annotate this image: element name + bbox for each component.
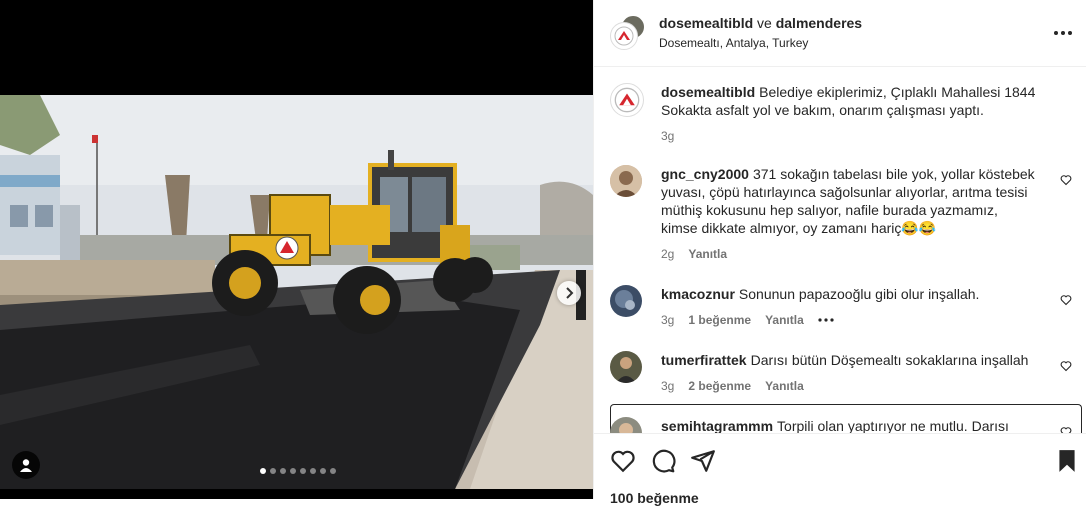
comment-username[interactable]: semihtagrammm xyxy=(661,418,773,433)
municipality-logo-icon xyxy=(614,87,640,113)
comment-likes[interactable]: 2 beğenme xyxy=(688,377,751,395)
commenter-avatar[interactable] xyxy=(610,351,642,383)
comment-username[interactable]: kmacoznur xyxy=(661,286,735,302)
more-options-button[interactable] xyxy=(1053,20,1073,41)
carousel-dot xyxy=(320,468,326,474)
carousel-indicator xyxy=(260,468,336,474)
post-location[interactable]: Dosemealtı, Antalya, Turkey xyxy=(659,36,808,50)
comment-more-icon[interactable] xyxy=(818,318,834,322)
post-photo xyxy=(0,95,593,489)
heart-icon[interactable] xyxy=(1060,426,1072,433)
reply-button[interactable]: Yanıtla xyxy=(688,245,727,263)
comment-text: Darısı bütün Döşemealtı sokaklarına inşa… xyxy=(750,352,1029,368)
comment-time[interactable]: 3g xyxy=(661,311,674,329)
reply-button[interactable]: Yanıtla xyxy=(765,311,804,329)
user-icon xyxy=(20,459,32,472)
post-actions: 100 beğenme xyxy=(594,433,1086,506)
likes-count[interactable]: 100 beğenme xyxy=(610,490,699,506)
comment-body: tumerfirattek Darısı bütün Döşemealtı sok… xyxy=(661,351,1036,395)
avatar-photo-icon xyxy=(610,351,642,383)
send-icon[interactable] xyxy=(690,448,716,474)
reply-button[interactable]: Yanıtla xyxy=(765,377,804,395)
commenter-avatar[interactable] xyxy=(610,165,642,197)
more-horizontal-icon xyxy=(1054,31,1072,35)
commenter-avatar[interactable] xyxy=(610,285,642,317)
next-slide-button[interactable] xyxy=(557,281,581,305)
caption-time[interactable]: 3g xyxy=(661,127,674,145)
post-media xyxy=(0,0,593,499)
comment-time[interactable]: 2g xyxy=(661,245,674,263)
post-header: dosemealtibld ve dalmenderes Dosemealtı,… xyxy=(594,0,1086,67)
comment-username[interactable]: gnc_cny2000 xyxy=(661,166,749,182)
carousel-dot xyxy=(300,468,306,474)
avatar-photo-icon xyxy=(610,165,642,197)
comment-likes[interactable]: 1 beğenme xyxy=(688,311,751,329)
collab-avatars[interactable] xyxy=(610,14,646,50)
caption-avatar[interactable] xyxy=(610,83,644,117)
comment-time[interactable]: 3g xyxy=(661,377,674,395)
heart-icon[interactable] xyxy=(610,448,636,474)
bookmark-icon[interactable] xyxy=(1054,448,1080,474)
carousel-dot xyxy=(290,468,296,474)
carousel-dot xyxy=(310,468,316,474)
post-authors: dosemealtibld ve dalmenderes xyxy=(659,15,862,31)
carousel-dot xyxy=(280,468,286,474)
tagged-users-button[interactable] xyxy=(12,451,40,479)
heart-icon[interactable] xyxy=(1060,174,1072,186)
author-connector: ve xyxy=(757,15,772,31)
comment-icon[interactable] xyxy=(650,448,676,474)
comment-text: Sonunun papazooğlu gibi olur inşallah. xyxy=(738,286,980,302)
author-avatar[interactable] xyxy=(610,22,638,50)
comment-username[interactable]: tumerfirattek xyxy=(661,352,747,368)
comments-list[interactable]: dosemealtibld Belediye ekiplerimiz, Çıpla… xyxy=(594,67,1086,433)
caption-username[interactable]: dosemealtibld xyxy=(661,84,755,100)
carousel-dot xyxy=(270,468,276,474)
comment-body: semihtagrammm Torpili olan yaptırıyor ne … xyxy=(661,417,1036,433)
carousel-dot xyxy=(330,468,336,474)
comment-body: kmacoznur Sonunun papazooğlu gibi olur in… xyxy=(661,285,1036,329)
heart-icon[interactable] xyxy=(1060,360,1072,372)
municipality-logo-icon xyxy=(614,26,634,46)
carousel-dot xyxy=(260,468,266,474)
caption-body: dosemealtibld Belediye ekiplerimiz, Çıpla… xyxy=(661,83,1036,145)
author-username[interactable]: dosemealtibld xyxy=(659,15,753,31)
heart-icon[interactable] xyxy=(1060,294,1072,306)
avatar-photo-icon xyxy=(610,285,642,317)
chevron-right-icon xyxy=(566,287,574,299)
post-side-panel: dosemealtibld ve dalmenderes Dosemealtı,… xyxy=(593,0,1086,506)
coauthor-username[interactable]: dalmenderes xyxy=(776,15,862,31)
comment-body: gnc_cny2000 371 sokağın tabelası bile yok… xyxy=(661,165,1036,263)
